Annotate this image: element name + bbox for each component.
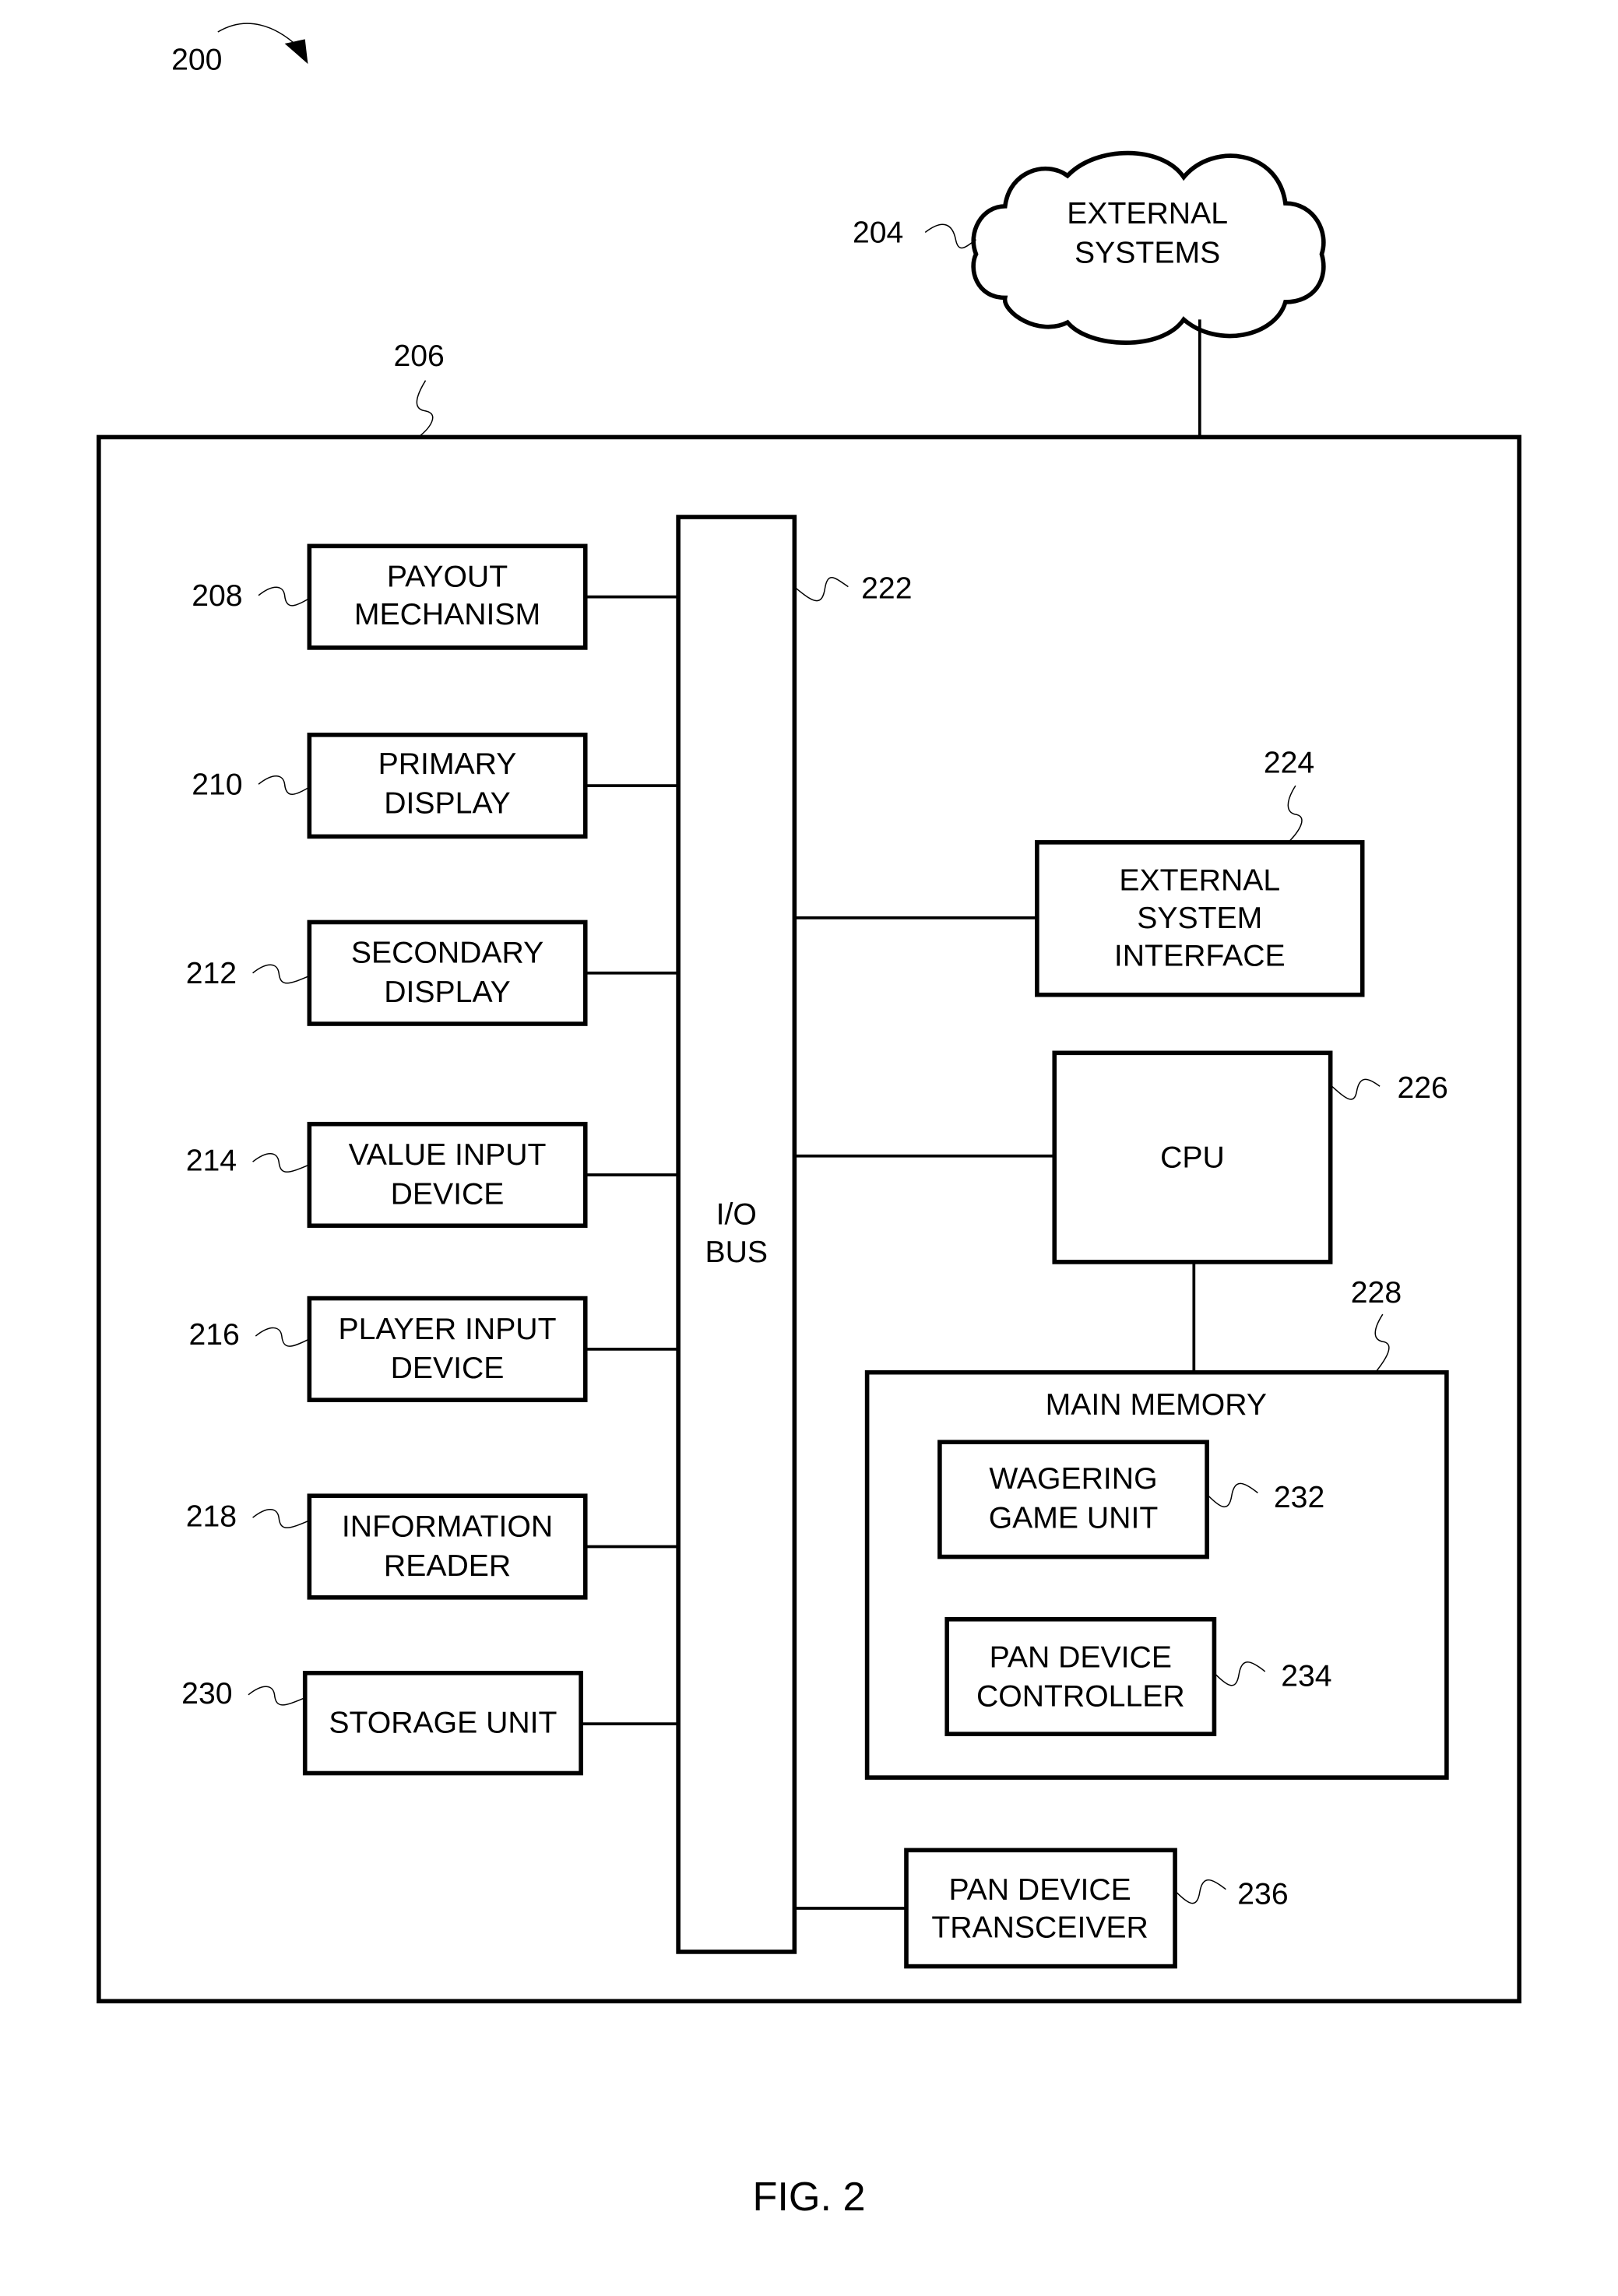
value-input-ref: 214 [186, 1144, 237, 1177]
storage-unit-ref: 230 [181, 1677, 232, 1711]
information-reader-label-line1: INFORMATION [342, 1510, 553, 1543]
payout-label-line2: MECHANISM [354, 598, 540, 631]
pan-transceiver-ref: 236 [1237, 1877, 1288, 1911]
wagering-unit-label-line2: GAME UNIT [989, 1501, 1159, 1535]
player-input-label-line1: PLAYER INPUT [339, 1313, 557, 1346]
wagering-unit-ref: 232 [1274, 1481, 1324, 1514]
payout-label-line1: PAYOUT [387, 561, 508, 594]
value-input-label-line2: DEVICE [391, 1177, 505, 1211]
cpu-ref: 226 [1397, 1071, 1447, 1105]
primary-display-label-line1: PRIMARY [378, 747, 517, 781]
external-interface-label-line3: INTERFACE [1114, 939, 1286, 972]
secondary-display-label-line2: DISPLAY [384, 976, 511, 1009]
io-bus-label-line2: BUS [705, 1236, 768, 1269]
secondary-display-ref: 212 [186, 957, 237, 990]
pan-controller-label-line1: PAN DEVICE [990, 1640, 1172, 1674]
external-interface-label-line1: EXTERNAL [1119, 863, 1280, 897]
machine-leader [416, 380, 434, 438]
block-diagram: 200 EXTERNAL SYSTEMS 204 206 I/O BUS 222… [97, 23, 1521, 2220]
external-systems-leader [924, 223, 976, 249]
external-systems-label-line2: SYSTEMS [1075, 237, 1220, 270]
cpu-label: CPU [1160, 1141, 1225, 1175]
pan-transceiver-label-line2: TRANSCEIVER [931, 1911, 1148, 1944]
figure-caption: FIG. 2 [752, 2175, 865, 2220]
io-bus-ref: 222 [861, 571, 912, 605]
pan-transceiver-label-line1: PAN DEVICE [948, 1873, 1131, 1907]
primary-display-label-line2: DISPLAY [384, 787, 511, 821]
external-systems-label-line1: EXTERNAL [1067, 197, 1228, 230]
wagering-unit-label-line1: WAGERING [989, 1462, 1157, 1496]
information-reader-ref: 218 [186, 1500, 237, 1533]
external-interface-label-line2: SYSTEM [1137, 902, 1262, 935]
figure-ref-label: 200 [171, 44, 222, 77]
io-bus [676, 515, 797, 1954]
information-reader-label-line2: READER [384, 1549, 511, 1583]
pan-controller-label-line2: CONTROLLER [976, 1680, 1185, 1714]
main-memory-label: MAIN MEMORY [1046, 1388, 1267, 1422]
io-bus-label-line1: I/O [716, 1197, 757, 1231]
storage-unit-label: STORAGE UNIT [329, 1706, 557, 1739]
machine-ref: 206 [394, 339, 445, 373]
external-interface-ref: 224 [1264, 746, 1314, 779]
player-input-label-line2: DEVICE [391, 1352, 505, 1385]
main-memory-ref: 228 [1351, 1276, 1402, 1310]
secondary-display-label-line1: SECONDARY [351, 937, 543, 970]
primary-display-ref: 210 [192, 768, 242, 801]
value-input-label-line1: VALUE INPUT [349, 1138, 547, 1172]
payout-ref: 208 [192, 579, 242, 613]
external-systems-ref: 204 [853, 216, 903, 250]
figure-ref-arrowhead-icon [284, 39, 308, 65]
player-input-ref: 216 [188, 1318, 239, 1352]
pan-controller-ref: 234 [1281, 1660, 1331, 1693]
figure-ref-arrow-curve [217, 23, 298, 47]
